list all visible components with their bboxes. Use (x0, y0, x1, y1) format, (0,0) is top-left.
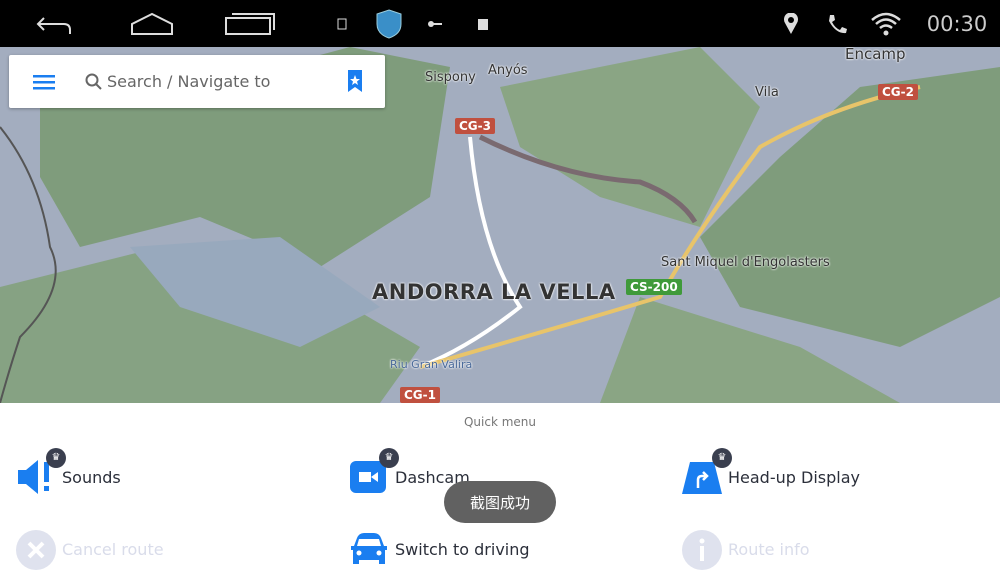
place-label: Sispony (425, 70, 476, 85)
place-label: Encamp (845, 47, 906, 63)
road-shield: CG-2 (878, 84, 918, 100)
status-bar: 00:30 (0, 0, 1000, 47)
city-label: ANDORRA LA VELLA (372, 280, 616, 304)
hud-icon: ♛ (682, 448, 732, 496)
key-icon (426, 0, 444, 47)
home-icon[interactable] (128, 0, 176, 47)
close-circle-icon (16, 530, 56, 570)
head-up-display-label: Head-up Display (728, 467, 860, 487)
cancel-route-label: Cancel route (62, 539, 164, 559)
recents-icon[interactable] (222, 0, 278, 47)
clock: 00:30 (926, 11, 988, 36)
search-input[interactable]: Search / Navigate to (107, 72, 270, 91)
toast-message: 截图成功 (444, 481, 556, 523)
crown-icon: ♛ (46, 448, 66, 468)
route-info-button[interactable]: Route info (682, 530, 810, 570)
crown-icon: ♛ (712, 448, 732, 468)
phone-icon (824, 0, 850, 47)
camera-icon: ♛ (349, 448, 399, 496)
image-icon (334, 0, 350, 47)
wifi-icon (868, 0, 904, 47)
road-shield: CG-3 (455, 118, 495, 134)
crown-icon: ♛ (379, 448, 399, 468)
quick-menu-title: Quick menu (463, 415, 537, 429)
place-label: Sant Miquel d'Engolasters (661, 255, 830, 270)
sounds-button[interactable]: ♛ Sounds (16, 448, 121, 496)
vpn-shield-icon (374, 0, 404, 47)
road-shield: CG-1 (400, 387, 440, 403)
search-icon (85, 73, 103, 95)
switch-to-driving-button[interactable]: Switch to driving (349, 530, 530, 568)
info-circle-icon (682, 530, 722, 570)
location-pin-icon (780, 0, 802, 47)
switch-to-driving-label: Switch to driving (395, 539, 530, 559)
river-label: Riu Gran Valira (390, 358, 473, 371)
speaker-icon: ♛ (16, 448, 66, 496)
sounds-label: Sounds (62, 467, 121, 487)
route-info-label: Route info (728, 539, 810, 559)
search-bar[interactable]: Search / Navigate to (9, 55, 385, 108)
back-icon[interactable] (30, 0, 78, 47)
head-up-display-button[interactable]: ♛ Head-up Display (682, 448, 860, 496)
place-label: Vila (755, 85, 779, 100)
road-shield: CS-200 (626, 279, 682, 295)
cancel-route-button[interactable]: Cancel route (16, 530, 164, 570)
clipboard-check-icon (474, 0, 492, 47)
place-label: Anyós (488, 63, 528, 78)
car-icon (349, 530, 387, 568)
menu-icon[interactable] (33, 74, 55, 94)
bookmark-star-icon[interactable] (347, 69, 363, 97)
